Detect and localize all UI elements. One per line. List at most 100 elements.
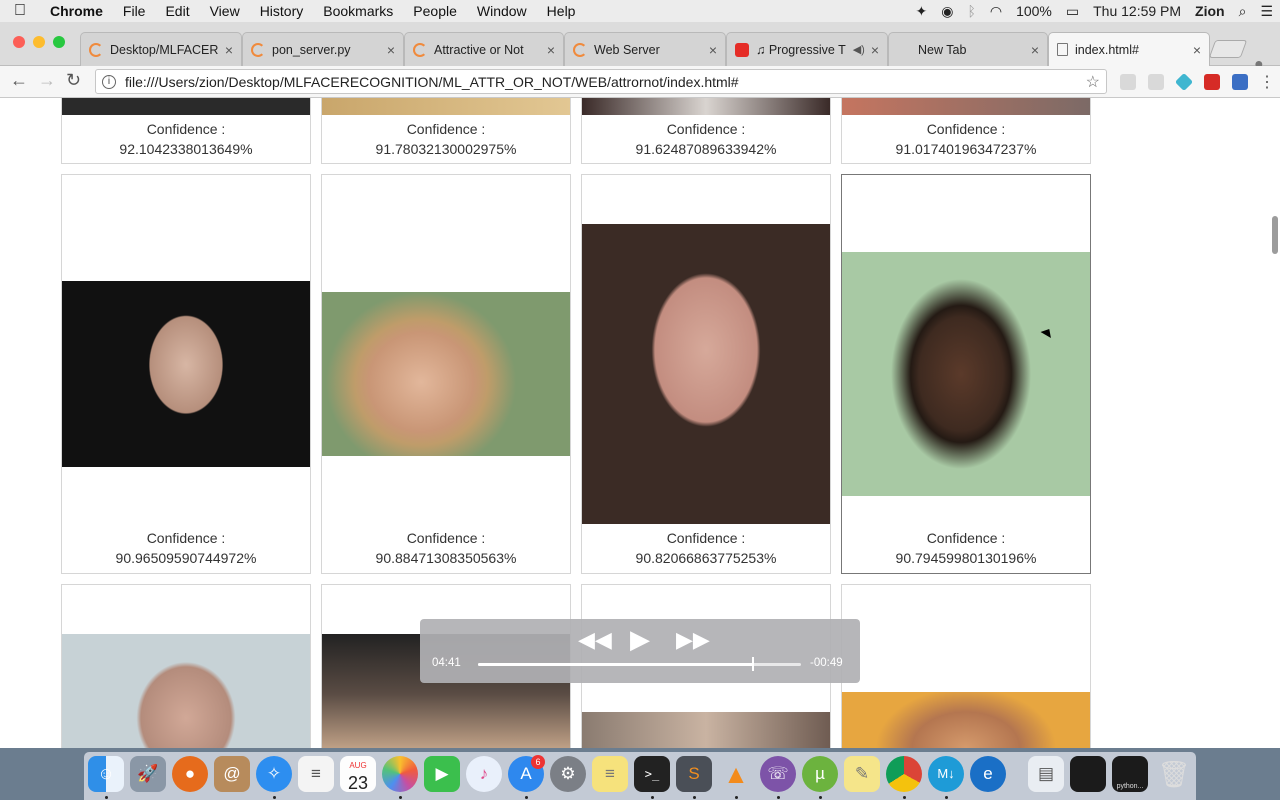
extension-youtube-icon[interactable] [1204,74,1220,90]
tab-new-tab[interactable]: New Tab × [888,32,1048,66]
face-photo [842,692,1090,748]
confidence-value: 91.01740196347237% [895,141,1037,157]
close-tab-icon[interactable]: × [1193,42,1201,58]
tab-pon-server[interactable]: pon_server.py × [242,32,404,66]
menu-help[interactable]: Help [537,3,586,19]
viber-icon[interactable]: ☏ [760,756,796,792]
spotlight-search-icon[interactable]: ⌕ [1232,3,1254,20]
clock[interactable]: Thu 12:59 PM [1086,3,1188,19]
trash-icon[interactable]: 🗑 [1156,756,1192,792]
tab-index-html[interactable]: index.html# × [1048,32,1210,66]
tab-desktop-mlfacer[interactable]: Desktop/MLFACER × [80,32,242,66]
app-store-icon[interactable]: A 6 [508,755,545,792]
forward-arrow-icon[interactable]: → [38,70,56,91]
preview-window-icon[interactable]: ▤ [1028,756,1064,792]
back-arrow-icon[interactable]: ← [10,70,28,91]
sublime-text-icon[interactable]: S [676,756,712,792]
confidence-value: 90.96509590744972% [115,550,257,566]
running-indicator [651,796,654,799]
minimize-window-button[interactable] [33,36,45,48]
menu-edit[interactable]: Edit [155,3,199,19]
info-icon[interactable]: i [102,74,116,89]
address-bar[interactable]: i file:///Users/zion/Desktop/MLFACERECOG… [95,69,1107,94]
face-photo [582,712,830,748]
close-tab-icon[interactable]: × [547,42,555,58]
page-scrollbar-thumb[interactable] [1272,216,1278,254]
face-photo [62,281,310,467]
apple-menu-icon[interactable]:  [0,2,40,20]
seek-handle[interactable] [751,657,754,671]
menu-window[interactable]: Window [467,3,537,19]
close-tab-icon[interactable]: × [387,42,395,58]
terminal-icon[interactable]: >_ [634,756,670,792]
launchpad-icon[interactable]: 🚀 [130,756,166,792]
close-tab-icon[interactable]: × [709,42,717,58]
menu-people[interactable]: People [403,3,467,19]
battery-percent[interactable]: 100% [1009,3,1059,19]
play-icon[interactable]: ▶ [630,624,650,655]
photos-icon[interactable] [382,756,418,792]
reminders-icon[interactable]: ≡ [298,756,334,792]
bookmark-star-icon[interactable]: ☆ [1086,72,1100,92]
zoom-window-button[interactable] [53,36,65,48]
finder-icon[interactable]: ☺ [88,756,124,792]
running-indicator [735,796,738,799]
tab-youtube-progressive[interactable]: ♫ Progressive T ◀) × [726,32,888,66]
contacts-icon[interactable]: @ [214,756,250,792]
confidence-value: 92.1042338013649% [119,141,253,157]
facetime-icon[interactable]: ▶ [424,756,460,792]
wifi-icon[interactable]: ◠ [983,3,1009,20]
rewind-icon[interactable]: ◀◀ [578,627,612,653]
record-icon[interactable]: ◉ [934,3,960,20]
speaker-icon[interactable]: ◀) [853,43,865,56]
stickies-icon[interactable]: ✎ [844,756,880,792]
confidence-value: 90.82066863775253% [635,550,777,566]
menu-bookmarks[interactable]: Bookmarks [313,3,403,19]
terminal-window-icon[interactable] [1070,756,1106,792]
extension-diamond-icon[interactable] [1174,72,1194,92]
confidence-value: 91.62487089633942% [635,141,777,157]
tab-web-server[interactable]: Web Server × [564,32,726,66]
edge-icon[interactable]: e [970,756,1006,792]
fast-forward-icon[interactable]: ▶▶ [676,627,710,653]
bluetooth-icon[interactable]: ᛒ [960,3,982,19]
notification-center-icon[interactable]: ☰ [1253,3,1280,20]
firefox-icon[interactable]: ● [172,756,208,792]
markdown-editor-icon[interactable]: M↓ [928,756,964,792]
python-window-icon[interactable]: python... [1112,756,1148,792]
chrome-menu-icon[interactable]: ⋮ [1259,72,1275,92]
battery-icon[interactable]: ▭ [1059,3,1086,20]
menu-view[interactable]: View [200,3,250,19]
notes-icon[interactable]: ≡ [592,756,628,792]
reload-icon[interactable]: ↻ [66,70,81,91]
system-preferences-icon[interactable]: ⚙ [550,756,586,792]
address-url[interactable]: file:///Users/zion/Desktop/MLFACERECOGNI… [125,74,1086,90]
extension-save-icon[interactable] [1232,74,1248,90]
close-tab-icon[interactable]: × [225,42,233,58]
new-tab-button[interactable] [1208,40,1248,58]
close-tab-icon[interactable]: × [1031,42,1039,58]
menu-app-name[interactable]: Chrome [40,3,113,19]
confidence-label: Confidence : [926,530,1006,546]
status-app-icon[interactable]: ✦ [908,3,934,20]
tab-strip: Desktop/MLFACER × pon_server.py × Attrac… [0,22,1280,73]
chrome-icon[interactable] [886,756,922,792]
utorrent-icon[interactable]: µ [802,756,838,792]
safari-icon[interactable]: ✧ [256,756,292,792]
extension-lock-icon[interactable] [1148,74,1164,90]
calendar-icon[interactable]: AUG 23 [340,756,376,792]
running-indicator [105,796,108,799]
blank-page-icon [897,43,911,57]
extension-puzzle-icon[interactable] [1120,74,1136,90]
menu-bar:  Chrome File Edit View History Bookmark… [0,0,1280,22]
menu-file[interactable]: File [113,3,156,19]
menu-history[interactable]: History [250,3,314,19]
vlc-icon[interactable]: ▲ [718,756,754,792]
user-name[interactable]: Zion [1188,3,1232,19]
tab-attractive-or-not[interactable]: Attractive or Not × [404,32,564,66]
loading-spinner-icon [251,42,265,57]
close-tab-icon[interactable]: × [871,42,879,58]
itunes-icon[interactable]: ♪ [466,756,502,792]
close-window-button[interactable] [13,36,25,48]
seek-bar[interactable] [478,657,801,671]
